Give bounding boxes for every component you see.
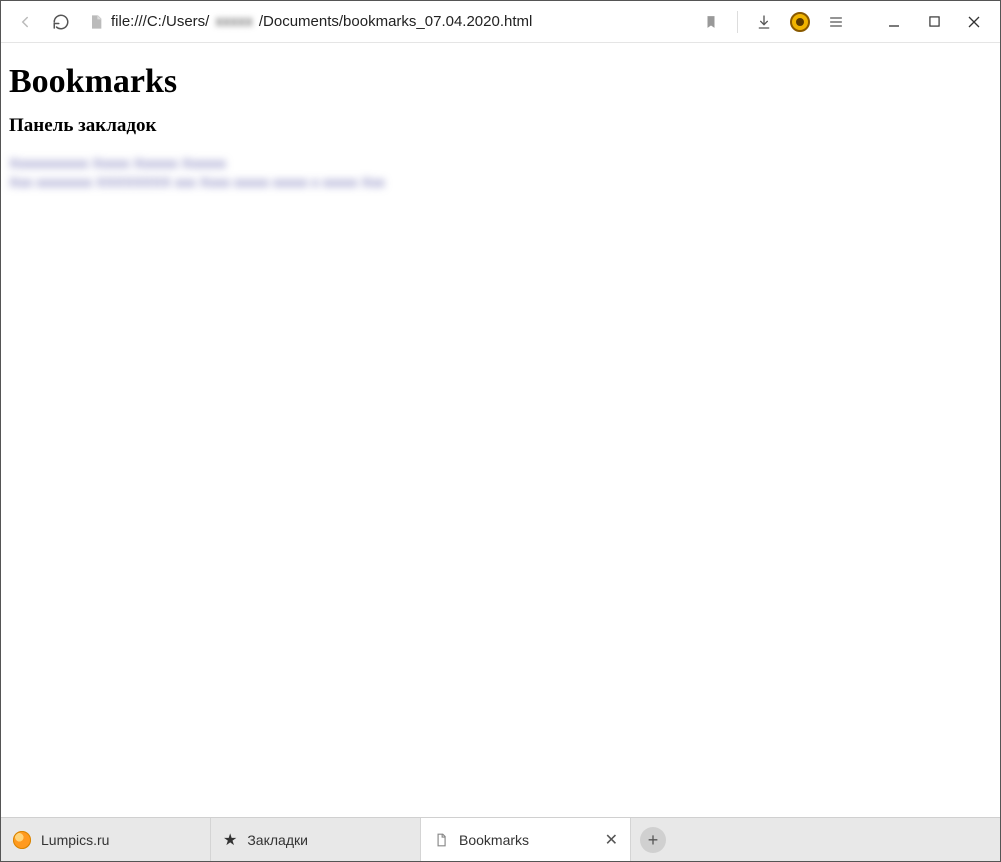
- tab-bookmarks-ru[interactable]: ★ Закладки: [211, 818, 421, 861]
- lumpics-favicon-icon: [13, 831, 31, 849]
- page-title: Bookmarks: [9, 63, 992, 101]
- minimize-button[interactable]: [878, 8, 910, 36]
- tab-label: Bookmarks: [459, 832, 529, 848]
- plus-icon: +: [640, 827, 666, 853]
- star-icon: ★: [223, 830, 237, 850]
- page-subheading: Панель закладок: [9, 115, 992, 137]
- back-button[interactable]: [11, 8, 39, 36]
- reload-button[interactable]: [47, 8, 75, 36]
- maximize-button[interactable]: [918, 8, 950, 36]
- tab-label: Закладки: [247, 832, 308, 848]
- bookmark-link-blurred[interactable]: Xxx xxxxxxxx XXXXXXXX xxx Xxxx xxxxx xxx…: [9, 174, 469, 190]
- document-icon: [433, 832, 449, 848]
- url-blurred-segment: xxxxx: [215, 13, 253, 30]
- url-prefix: file:///C:/Users/: [111, 13, 209, 30]
- tab-lumpics[interactable]: Lumpics.ru: [1, 818, 211, 861]
- file-icon: [87, 13, 105, 31]
- tab-close-button[interactable]: ✕: [605, 830, 618, 850]
- profile-button[interactable]: [786, 8, 814, 36]
- tab-strip: Lumpics.ru ★ Закладки Bookmarks ✕ +: [1, 817, 1000, 861]
- separator: [737, 11, 738, 33]
- close-window-button[interactable]: [958, 8, 990, 36]
- tab-bookmarks-file[interactable]: Bookmarks ✕: [421, 818, 631, 861]
- bookmark-link-blurred[interactable]: Xxxxxxxxxxx Xxxxx Xxxxxx Xxxxxx: [9, 155, 309, 171]
- address-bar[interactable]: file:///C:/Users/xxxxx/Documents/bookmar…: [83, 13, 689, 31]
- browser-toolbar: file:///C:/Users/xxxxx/Documents/bookmar…: [1, 1, 1000, 43]
- menu-button[interactable]: [822, 8, 850, 36]
- url-suffix: /Documents/bookmarks_07.04.2020.html: [259, 13, 532, 30]
- downloads-button[interactable]: [750, 8, 778, 36]
- page-content: Bookmarks Панель закладок Xxxxxxxxxxx Xx…: [1, 43, 1000, 817]
- tab-label: Lumpics.ru: [41, 832, 109, 848]
- new-tab-button[interactable]: +: [631, 818, 675, 861]
- bookmark-icon[interactable]: [697, 8, 725, 36]
